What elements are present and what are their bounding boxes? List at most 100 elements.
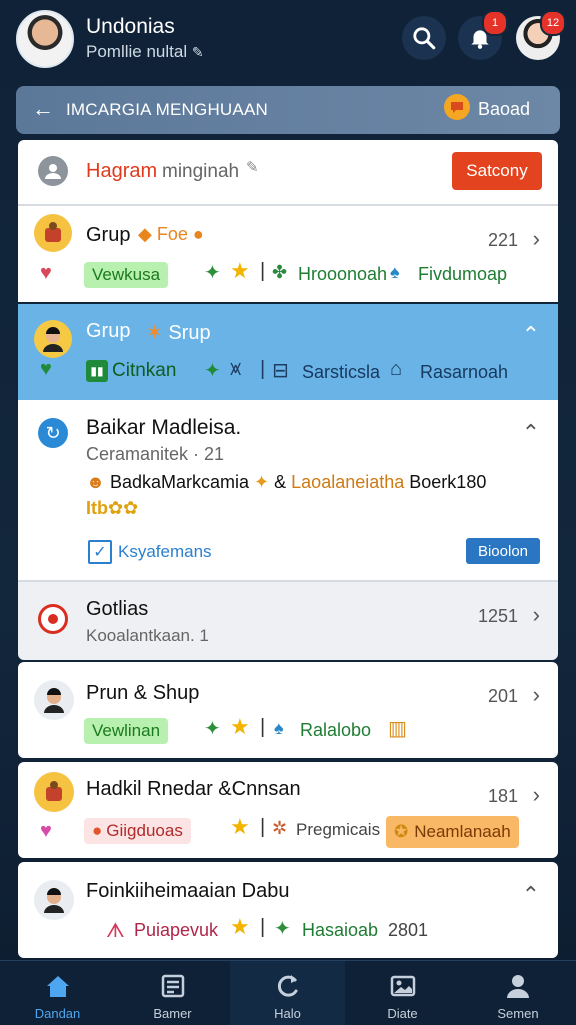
tag-3: Fivdumoap [418, 264, 508, 284]
heart-icon: ♥ [40, 358, 52, 380]
nav-label: Dandan [34, 1006, 81, 1021]
star-icon: ★ [230, 814, 250, 839]
user-status-text: Pomllie nultal [86, 42, 188, 61]
leaf-icon: ✦ [204, 718, 221, 740]
nav-user[interactable]: Semen [460, 961, 576, 1025]
user-avatar[interactable] [16, 10, 74, 68]
edit-small-icon: ✎ [246, 159, 259, 176]
chevron-right-icon: › [532, 226, 540, 251]
chevron-up-icon[interactable]: ⌃ [522, 420, 540, 446]
chevron-right-icon: › [532, 782, 540, 807]
group-title: Prun & Shup [86, 682, 200, 704]
group-count: 201 [487, 686, 518, 706]
tag-3: ✪ Neamlanaah [386, 816, 519, 848]
detail-button[interactable]: Bioolon [466, 538, 540, 564]
tag-2: Hrooonoah [298, 264, 388, 284]
banner-action[interactable]: Baoad [478, 99, 530, 120]
separator: | [260, 816, 266, 838]
nav-list[interactable]: Bamer [115, 961, 230, 1025]
ribbon-icon: ᗑ [106, 920, 125, 942]
nav-label: Diate [387, 1006, 418, 1021]
refresh-icon: ↻ [38, 418, 68, 448]
edit-icon: ✎ [191, 44, 204, 60]
drop-icon: ♠ [274, 718, 284, 738]
tag-2: Hasaioab [302, 920, 379, 940]
tag-1: Vewkusa [84, 262, 169, 288]
list-title: Gotlias [86, 598, 149, 620]
group-title: Grup [86, 320, 131, 342]
tag-1: ● Giigduoas [84, 818, 191, 844]
nav-home[interactable]: Dandan [0, 961, 115, 1025]
chart-icon: ▮▮ [86, 360, 108, 382]
clover-icon: ✤ [272, 262, 288, 282]
tag-1: Vewlinan [84, 718, 169, 744]
group-card-1[interactable]: Grup ◆ Foe ● 221 › ♥ Vewkusa ✦ ★ | ✤ Hro… [18, 206, 558, 302]
group-count: 181 [487, 786, 518, 806]
leaf-icon: ✦ [204, 360, 221, 382]
group-card-7[interactable]: Foinkiiheimaaian Dabu ⌃ ᗑ Puiapevuk ★ | … [18, 862, 558, 958]
section-banner: ← IMCARGIA MENGHUAAN Baoad [16, 86, 560, 134]
group-title: Hadkil Rnedar &Cnnsan [86, 778, 301, 800]
star-icon: ★ [230, 258, 250, 283]
separator: | [260, 260, 266, 282]
tag-3: Rasarnoah [420, 362, 509, 382]
tag-1: Citnkan [112, 360, 177, 381]
detail-card: ↻ Baikar Madleisa. ⌃ Ceramanitek · 21 ☻ … [18, 400, 558, 580]
nav-label: Bamer [153, 1006, 192, 1021]
notifications-button[interactable]: 1 [458, 10, 508, 60]
star-icon: ★ [230, 714, 250, 739]
checkbox-label: Ksyafemans [118, 542, 212, 561]
nav-refresh[interactable]: Halo [230, 961, 345, 1025]
target-icon [38, 604, 68, 634]
list-count: 1251 [477, 606, 518, 626]
list-card[interactable]: Gotlias Kooalantkaan. 1 1251 › [18, 582, 558, 660]
chevron-right-icon: › [532, 602, 540, 627]
profile-button[interactable]: 12 [516, 10, 566, 60]
search-button[interactable] [402, 16, 446, 60]
nav-image[interactable]: Diate [345, 961, 460, 1025]
rating: Itb✿✿ [86, 498, 139, 518]
heart-icon: ♥ [40, 820, 52, 842]
user-icon [38, 156, 68, 186]
checkbox[interactable]: ✓ [88, 540, 112, 564]
list-icon [161, 974, 184, 998]
group-title: Grup [86, 224, 131, 246]
detail-subtitle: Ceramanitek · 21 [86, 444, 225, 464]
detail-title: Baikar Madleisa. [86, 416, 242, 439]
chat-bubble-icon [444, 94, 470, 120]
app-header: Undonias Pomllie nultal ✎ 1 12 [0, 0, 576, 84]
search-submit-button[interactable]: Satcony [452, 152, 542, 190]
separator: | [260, 916, 266, 938]
nav-label: Semen [497, 1006, 539, 1021]
group-avatar [34, 320, 72, 358]
search-subtitle: minginah [162, 161, 240, 182]
separator: | [260, 358, 266, 380]
banner-title: IMCARGIA MENGHUAAN [66, 100, 268, 119]
group-title: Foinkiiheimaaian Dabu [86, 880, 290, 902]
search-title: Hagram [86, 160, 158, 182]
gate-icon: ⩙ [230, 358, 242, 380]
profile-badge: 12 [540, 10, 566, 36]
group-avatar [34, 214, 72, 252]
group-avatar [34, 880, 74, 920]
group-avatar [34, 772, 74, 812]
gear-icon: ✲ [272, 818, 288, 838]
group-card-5[interactable]: Prun & Shup 201 › Vewlinan ✦ ★ | ♠ Ralal… [18, 662, 558, 758]
notification-badge: 1 [482, 10, 508, 36]
tag-2: Ralalobo [300, 720, 372, 740]
image-icon [390, 975, 415, 997]
separator: | [260, 716, 266, 738]
popcorn-icon: ▥ [388, 718, 407, 740]
back-arrow-icon[interactable]: ← [32, 96, 54, 122]
tag-1: Puiapevuk [134, 920, 219, 940]
star-icon: ★ [230, 914, 250, 939]
chevron-up-icon: ⌃ [521, 322, 540, 347]
leaf-icon: ✦ [274, 918, 291, 940]
nav-label: Halo [274, 1006, 301, 1021]
group-card-6[interactable]: Hadkil Rnedar &Cnnsan 181 › ♥ ● Giigduoas… [18, 762, 558, 858]
bottom-nav: Dandan Bamer Halo Diate Semen [0, 960, 576, 1025]
search-icon [413, 27, 436, 50]
leaf-icon: ✦ [204, 262, 221, 284]
chevron-up-icon[interactable]: ⌃ [522, 882, 540, 908]
group-card-2[interactable]: Grup ✶ Srup ⌃ ♥ ▮▮ Citnkan ✦ ⩙ | ⊟ Sarst… [18, 304, 558, 400]
